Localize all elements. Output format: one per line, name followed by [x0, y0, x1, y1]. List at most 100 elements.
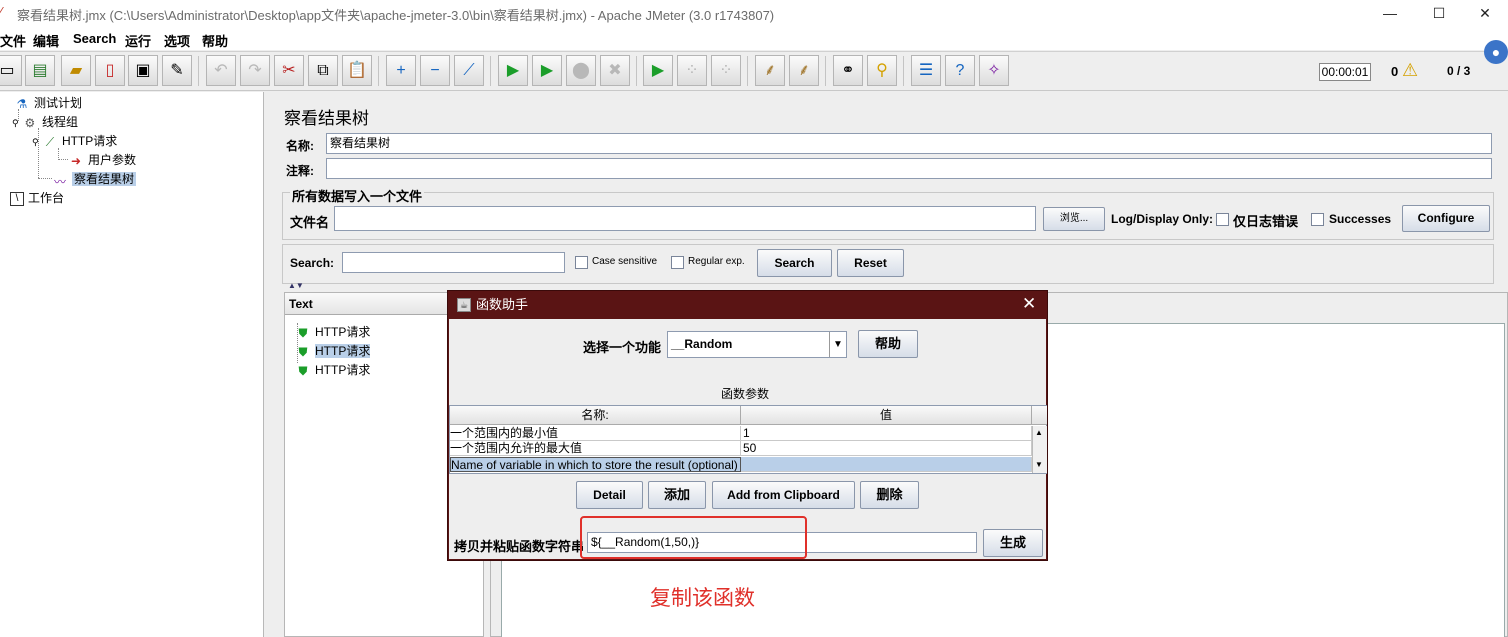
comment-field[interactable] — [326, 158, 1492, 179]
successes-checkbox[interactable] — [1311, 213, 1324, 226]
stop-icon[interactable]: ⬤ — [566, 55, 596, 86]
tree-node-test-plan[interactable]: ⚗ 测试计划 — [14, 94, 82, 111]
menu-edit[interactable]: 编辑 — [33, 31, 59, 50]
add-button[interactable]: 添加 — [648, 481, 706, 509]
maximize-button[interactable]: ☐ — [1424, 3, 1454, 23]
case-sensitive-checkbox[interactable] — [575, 256, 588, 269]
pane-splitter[interactable] — [264, 92, 272, 637]
panel-title: 察看结果树 — [284, 109, 369, 128]
params-col-value: 值 — [741, 406, 1032, 425]
dialog-close-icon[interactable]: ✕ — [1022, 294, 1036, 314]
templates-icon[interactable]: ▤ — [25, 55, 55, 86]
errors-only-label: 仅日志错误 — [1233, 214, 1299, 229]
copy-icon[interactable]: ⧉ — [308, 55, 338, 86]
success-shield-icon: ⛊ — [298, 325, 308, 340]
detail-button[interactable]: Detail — [576, 481, 643, 509]
reset-button[interactable]: Reset — [837, 249, 904, 277]
tree-node-user-parameters[interactable]: ➜ 用户参数 — [68, 151, 136, 168]
close-button[interactable]: ✕ — [1470, 3, 1500, 23]
expand-icon[interactable]: + — [386, 55, 416, 86]
successes-label: Successes — [1329, 212, 1392, 226]
menu-help[interactable]: 帮助 — [202, 31, 228, 50]
param-name-cell[interactable]: 一个范围内允许的最大值 — [450, 441, 741, 456]
search-button[interactable]: Search — [757, 249, 832, 277]
ssl-manager-icon[interactable]: ✧ — [979, 55, 1009, 86]
add-from-clipboard-button[interactable]: Add from Clipboard — [712, 481, 855, 509]
param-name-cell[interactable]: 一个范围内的最小值 — [450, 426, 741, 441]
configure-button[interactable]: Configure — [1402, 205, 1490, 232]
regular-exp-label: Regular exp. — [688, 256, 745, 267]
function-list-icon[interactable]: ☰ — [911, 55, 941, 86]
generate-button[interactable]: 生成 — [983, 529, 1043, 557]
comment-label: 注释: — [286, 164, 314, 178]
start-no-pause-icon[interactable]: ▶ — [532, 55, 562, 86]
result-item[interactable]: ⛊ HTTP请求 — [295, 361, 370, 378]
cut-icon[interactable]: ✂ — [274, 55, 304, 86]
menu-run[interactable]: 运行 — [125, 31, 151, 50]
chevron-down-icon[interactable]: ▼ — [829, 332, 846, 357]
search-label: Search: — [290, 256, 335, 270]
new-icon[interactable]: ▭ — [0, 55, 22, 86]
paste-icon[interactable]: 📋 — [342, 55, 372, 86]
open-icon[interactable]: ▰ — [61, 55, 91, 86]
param-value-cell[interactable] — [741, 457, 1032, 472]
collapse-icon[interactable]: − — [420, 55, 450, 86]
success-shield-icon: ⛊ — [298, 344, 308, 359]
param-value-cell[interactable]: 1 — [741, 426, 1032, 441]
divider-arrows-icon[interactable]: ▲▼ — [288, 281, 304, 290]
remote-start-icon[interactable]: ▶ — [643, 55, 673, 86]
errors-only-checkbox[interactable] — [1216, 213, 1229, 226]
menu-file[interactable]: 文件 — [0, 31, 26, 50]
name-label: 名称: — [286, 139, 314, 153]
choose-function-label: 选择一个功能 — [583, 340, 662, 355]
result-item[interactable]: ⛊ HTTP请求 — [295, 342, 371, 359]
tree-node-workbench[interactable]: \ 工作台 — [10, 189, 64, 206]
test-plan-tree: ⚗ 测试计划 ⚲ ⚙ 线程组 ⚲ ⟋ HTTP请求 ➜ 用户参数 〰察看结果树 \ 工作台 — [0, 92, 264, 637]
remote-exit-icon[interactable]: ⁘ — [711, 55, 741, 86]
start-icon[interactable]: ▶ — [498, 55, 528, 86]
binoculars-icon[interactable]: ⚭ — [833, 55, 863, 86]
result-item[interactable]: ⛊ HTTP请求 — [295, 323, 370, 340]
tree-node-http-request[interactable]: ⚲ ⟋ HTTP请求 — [32, 132, 117, 149]
tree-node-thread-group[interactable]: ⚲ ⚙ 线程组 — [12, 113, 78, 130]
clear-all-icon[interactable]: ⸙ — [789, 55, 819, 86]
clear-icon[interactable]: ⸙ — [755, 55, 785, 86]
filename-input[interactable] — [334, 206, 1036, 231]
menu-search[interactable]: Search — [73, 31, 116, 46]
tree-node-view-results-tree[interactable]: 〰察看结果树 — [52, 170, 137, 189]
search-input[interactable] — [342, 252, 565, 273]
copy-paste-label: 拷贝并粘贴函数字符串 — [454, 539, 585, 554]
scroll-up-icon[interactable]: ▲ — [1035, 428, 1043, 437]
function-select[interactable]: __Random — [667, 331, 847, 358]
remote-stop-icon[interactable]: ⁘ — [677, 55, 707, 86]
save-icon[interactable]: ▣ — [128, 55, 158, 86]
success-shield-icon: ⛊ — [298, 363, 308, 378]
scroll-down-icon[interactable]: ▼ — [1035, 460, 1043, 469]
expand-handle-icon[interactable]: ⚲ — [32, 137, 39, 147]
params-scrollbar[interactable]: ▲ ▼ — [1032, 426, 1047, 473]
save-as-icon[interactable]: ✎ — [162, 55, 192, 86]
regular-exp-checkbox[interactable] — [671, 256, 684, 269]
name-field[interactable]: 察看结果树 — [326, 133, 1492, 154]
error-count: 0 — [1391, 64, 1399, 79]
toggle-icon[interactable]: ⟋ — [454, 55, 484, 86]
expand-handle-icon[interactable]: ⚲ — [12, 118, 19, 128]
params-col-name: 名称: — [450, 406, 741, 425]
broom-icon[interactable]: ⚲ — [867, 55, 897, 86]
browse-button[interactable]: 浏览... — [1043, 207, 1105, 231]
help-button[interactable]: 帮助 — [858, 330, 918, 358]
filename-label: 文件名 — [290, 215, 330, 230]
param-value-cell[interactable]: 50 — [741, 441, 1032, 456]
help-icon[interactable]: ? — [945, 55, 975, 86]
shutdown-icon[interactable]: ✖ — [600, 55, 630, 86]
close-file-icon[interactable]: ▯ — [95, 55, 125, 86]
delete-button[interactable]: 删除 — [860, 481, 919, 509]
params-title: 函数参数 — [721, 387, 770, 401]
redo-icon[interactable]: ↷ — [240, 55, 270, 86]
annotation-text: 复制该函数 — [650, 587, 755, 610]
warning-icon[interactable]: ⚠ — [1402, 60, 1418, 81]
undo-icon[interactable]: ↶ — [206, 55, 236, 86]
menu-options[interactable]: 选项 — [164, 31, 190, 50]
minimize-button[interactable]: — — [1375, 3, 1405, 23]
param-name-cell[interactable]: Name of variable in which to store the r… — [450, 457, 741, 472]
